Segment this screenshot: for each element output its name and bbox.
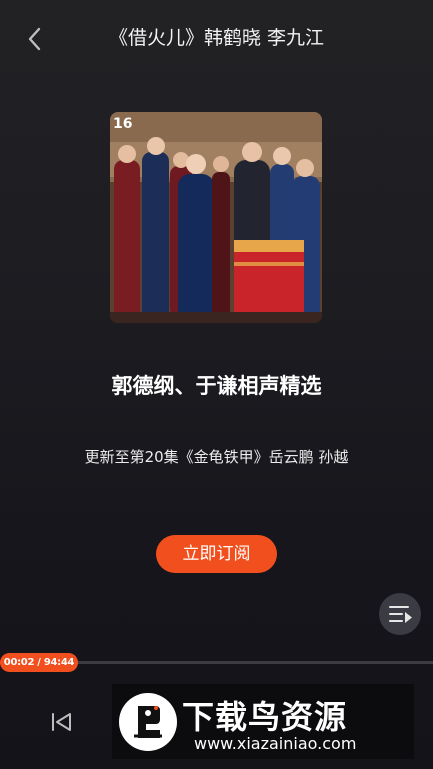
playlist-button[interactable]	[379, 593, 421, 635]
watermark-banner: 下载鸟资源 www.xiazainiao.com	[112, 684, 414, 759]
subscribe-button[interactable]: 立即订阅	[156, 535, 277, 573]
album-cover: 16	[110, 112, 322, 323]
watermark-url: www.xiazainiao.com	[194, 734, 357, 753]
cover-photo: 16	[110, 112, 322, 323]
watermark-title: 下载鸟资源	[182, 698, 348, 736]
player-screen: 《借火儿》韩鹤晓 李九江 16 郭德纲、于谦相声精选 更新至第20集《金龟铁甲》…	[0, 0, 433, 769]
playlist-icon	[389, 606, 412, 623]
cover-corner-text: 16	[113, 116, 132, 132]
back-button[interactable]	[18, 22, 52, 56]
chevron-left-icon	[28, 27, 41, 51]
skip-previous-icon	[52, 713, 71, 731]
album-name: 郭德纲、于谦相声精选	[111, 374, 322, 398]
time-display[interactable]: 00:02 / 94:44	[0, 653, 78, 672]
header: 《借火儿》韩鹤晓 李九江	[0, 0, 433, 76]
update-status: 更新至第20集《金龟铁甲》岳云鹏 孙越	[84, 448, 349, 466]
previous-button[interactable]	[48, 708, 76, 736]
page-title: 《借火儿》韩鹤晓 李九江	[108, 27, 325, 49]
bird-logo-icon	[119, 693, 177, 751]
